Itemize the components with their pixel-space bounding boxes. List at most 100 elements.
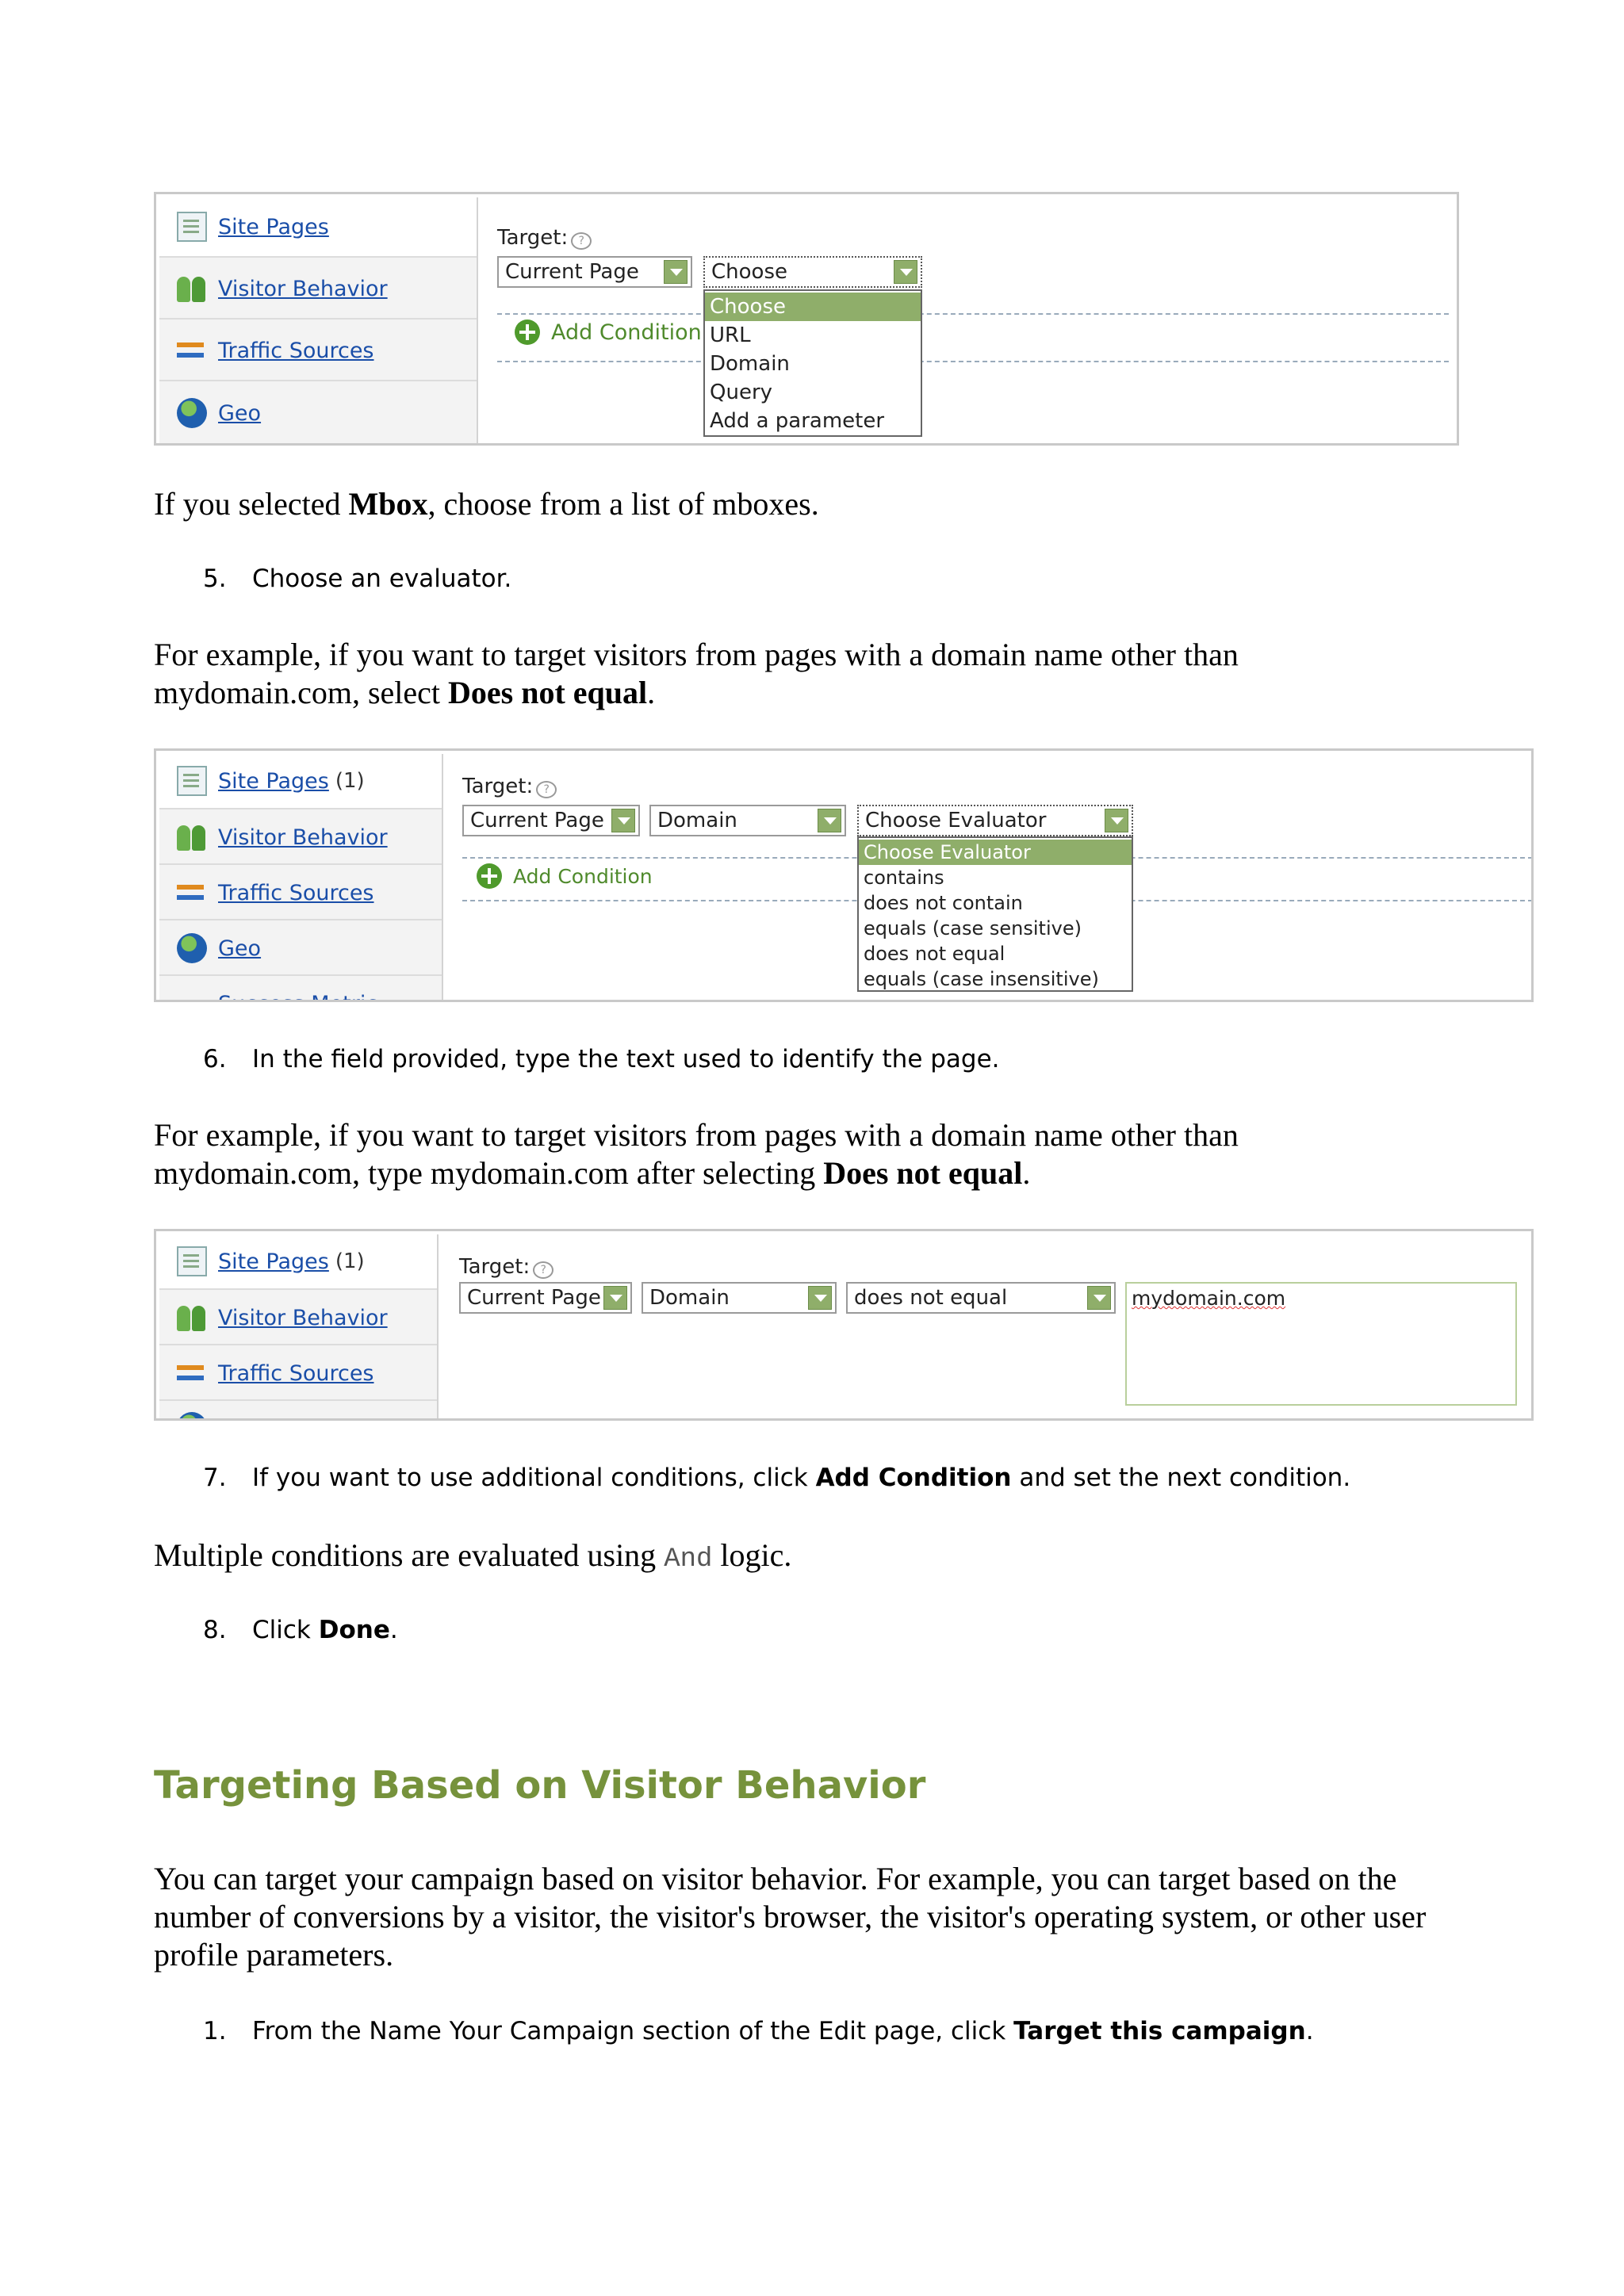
step-number: 8. <box>203 1616 227 1644</box>
chevron-down-icon[interactable] <box>611 809 635 832</box>
attribute-select[interactable]: Domain <box>642 1282 837 1314</box>
select-value: Choose <box>711 260 787 284</box>
sidebar-item-site-pages[interactable]: Site Pages <box>159 197 477 258</box>
add-condition-label: Add Condition <box>551 320 702 345</box>
text: , choose from a list of mboxes. <box>427 486 819 522</box>
dropdown-option[interactable]: URL <box>705 321 921 350</box>
help-icon[interactable]: ? <box>536 781 557 799</box>
target-label: Target: <box>497 226 569 250</box>
text: . <box>647 675 656 710</box>
arrows-icon <box>177 878 207 908</box>
paragraph-field-example: For example, if you want to target visit… <box>154 1116 1296 1192</box>
step-text: and set the next condition. <box>1011 1464 1351 1492</box>
sidebar-item-site-pages[interactable]: Site Pages (1) <box>159 754 442 809</box>
step-8: 8. Click Done. <box>203 1614 398 1646</box>
attribute-select[interactable]: Domain <box>649 805 846 836</box>
select-value: Domain <box>657 809 737 832</box>
sidebar-item-visitor-behavior[interactable]: Visitor Behavior <box>159 811 442 865</box>
chevron-down-icon[interactable] <box>664 260 688 284</box>
metric-icon <box>177 992 207 1000</box>
sidebar-item-geo[interactable] <box>159 1402 437 1418</box>
dropdown-option[interactable]: Choose <box>705 293 921 321</box>
chevron-down-icon[interactable] <box>1105 809 1128 832</box>
sidebar-item-label: Traffic Sources <box>218 880 374 905</box>
domain-value-field[interactable]: mydomain.com <box>1125 1282 1517 1406</box>
sidebar-item-traffic-sources[interactable]: Traffic Sources <box>159 321 477 381</box>
target-heading: Target: ? <box>459 1255 554 1280</box>
evaluator-select[interactable]: Choose Evaluator <box>857 805 1133 836</box>
code-text: And <box>664 1544 713 1575</box>
attribute-select[interactable]: Choose <box>703 256 922 288</box>
sidebar-item-success-metric[interactable]: Success Metric <box>159 978 442 1000</box>
sidebar: Site Pages Visitor Behavior Traffic Sour… <box>159 197 478 443</box>
globe-icon <box>177 933 207 963</box>
help-icon[interactable]: ? <box>533 1261 554 1280</box>
dropdown-option[interactable]: Choose Evaluator <box>859 840 1132 865</box>
people-icon <box>177 274 207 304</box>
chevron-down-icon[interactable] <box>1087 1286 1111 1310</box>
chevron-down-icon[interactable] <box>894 260 917 284</box>
sidebar-item-label: Success Metric <box>218 992 377 1000</box>
sidebar-item-traffic-sources[interactable]: Traffic Sources <box>159 1347 437 1401</box>
dropdown-option[interactable]: equals (case insensitive) <box>859 966 1132 992</box>
screenshot-choose-evaluator: Site Pages (1) Visitor Behavior Traffic … <box>154 748 1534 1002</box>
dropdown-option[interactable]: equals (case sensitive) <box>859 916 1132 941</box>
select-value: does not equal <box>854 1286 1008 1310</box>
text: . <box>1022 1155 1031 1191</box>
page-scope-select[interactable]: Current Page <box>459 1282 632 1314</box>
dropdown-option[interactable]: Add a parameter <box>705 407 921 435</box>
chevron-down-icon[interactable] <box>603 1286 627 1310</box>
page-scope-select[interactable]: Current Page <box>497 256 692 288</box>
step-text: . <box>389 1616 398 1644</box>
arrows-icon <box>177 1358 207 1388</box>
dropdown-option[interactable]: does not contain <box>859 890 1132 916</box>
chevron-down-icon[interactable] <box>808 1286 832 1310</box>
paragraph-mbox: If you selected Mbox, choose from a list… <box>154 485 1454 523</box>
help-icon[interactable]: ? <box>571 232 592 251</box>
step-5: 5. Choose an evaluator. <box>203 563 511 595</box>
step-text: . <box>1305 2017 1314 2045</box>
sidebar: Site Pages (1) Visitor Behavior Traffic … <box>159 1234 439 1418</box>
sidebar-item-label: Visitor Behavior <box>218 825 388 850</box>
sidebar-item-label: Traffic Sources <box>218 1360 374 1386</box>
select-value: Choose Evaluator <box>865 809 1047 832</box>
select-value: Current Page <box>470 809 604 832</box>
paragraph-evaluator-example: For example, if you want to target visit… <box>154 636 1296 712</box>
sidebar-item-geo[interactable]: Geo <box>159 922 442 976</box>
chevron-down-icon[interactable] <box>818 809 841 832</box>
step-text-bold: Target this campaign <box>1013 2017 1306 2045</box>
sidebar-item-label: Traffic Sources <box>218 338 374 363</box>
page-scope-select[interactable]: Current Page <box>462 805 640 836</box>
sidebar-item-count: (1) <box>335 1249 365 1273</box>
dropdown-option[interactable]: contains <box>859 865 1132 890</box>
site-pages-icon <box>177 766 207 796</box>
people-icon <box>177 822 207 852</box>
plus-icon <box>515 320 540 345</box>
step-text-bold: Add Condition <box>815 1464 1012 1492</box>
step-number: 1. <box>203 2017 227 2045</box>
plus-icon <box>477 863 502 889</box>
step-number: 6. <box>203 1045 227 1073</box>
dropdown-option[interactable]: Query <box>705 378 921 407</box>
sidebar-item-label: Visitor Behavior <box>218 1305 388 1330</box>
evaluator-dropdown: Choose Evaluator contains does not conta… <box>857 836 1133 992</box>
evaluator-select[interactable]: does not equal <box>846 1282 1116 1314</box>
add-condition-button[interactable]: Add Condition <box>515 320 702 345</box>
sidebar-item-geo[interactable]: Geo <box>159 383 477 443</box>
section-heading: Targeting Based on Visitor Behavior <box>154 1763 926 1808</box>
dropdown-option[interactable]: does not equal <box>859 941 1132 966</box>
select-value: Domain <box>649 1286 730 1310</box>
target-label: Target: <box>459 1255 530 1279</box>
site-pages-icon <box>177 1246 207 1276</box>
add-condition-button[interactable]: Add Condition <box>477 863 653 889</box>
sidebar-item-label: Site Pages <box>218 1249 329 1274</box>
sidebar-item-visitor-behavior[interactable]: Visitor Behavior <box>159 259 477 320</box>
sidebar-item-site-pages[interactable]: Site Pages (1) <box>159 1234 437 1290</box>
sidebar-item-label: Visitor Behavior <box>218 276 388 301</box>
step-1: 1. From the Name Your Campaign section of… <box>203 2015 1314 2047</box>
globe-icon <box>177 1412 207 1418</box>
dropdown-option[interactable]: Domain <box>705 350 921 378</box>
sidebar-item-traffic-sources[interactable]: Traffic Sources <box>159 867 442 920</box>
sidebar-item-visitor-behavior[interactable]: Visitor Behavior <box>159 1292 437 1345</box>
field-value: mydomain.com <box>1132 1287 1286 1310</box>
